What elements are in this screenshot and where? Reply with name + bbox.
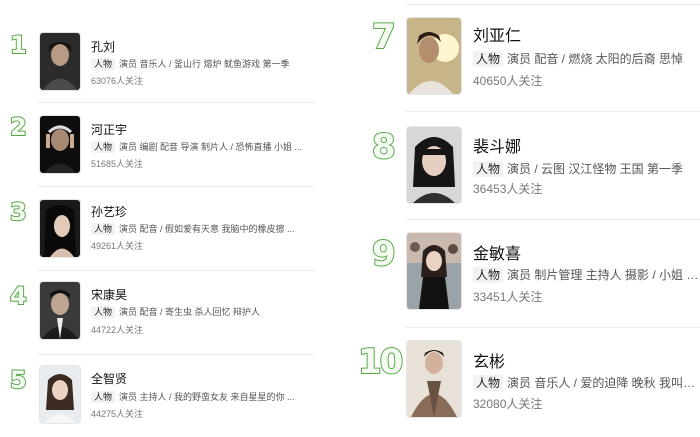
roles-and-works: 演员 / 云图 汉江怪物 王国 第一季 (507, 162, 684, 176)
person-details: 人物 演员 / 云图 汉江怪物 王国 第一季 (473, 160, 700, 177)
person-details: 人物 演员 音乐人 / 釜山行 熔炉 鱿鱼游戏 第一季 (91, 57, 306, 70)
person-details: 人物 演员 配音 / 寄生虫 杀人回忆 辩护人 (91, 305, 306, 318)
follower-count: 36453人关注 (473, 182, 543, 196)
rank-number: 4 (9, 281, 28, 311)
divider (38, 102, 315, 103)
person-details: 人物 演员 音乐人 / 爱的迫降 晚秋 我叫金三顺 (473, 374, 700, 391)
person-details: 人物 演员 配音 / 燃烧 太阳的后裔 思悼 (473, 50, 700, 67)
follower-count: 32080人关注 (473, 397, 543, 411)
divider (38, 270, 315, 271)
portrait-photo[interactable] (39, 281, 81, 340)
person-name[interactable]: 宋康昊 (91, 286, 127, 303)
list-item[interactable]: 5 全智贤 人物 演员 主持人 / 我的野蛮女友 来自星星的你 ... 44275… (0, 358, 330, 437)
portrait-photo[interactable] (406, 340, 462, 418)
person-name[interactable]: 金敏喜 (473, 240, 521, 264)
person-name[interactable]: 刘亚仁 (473, 22, 521, 46)
portrait-photo[interactable] (406, 232, 462, 310)
rank-number: 1 (9, 30, 28, 60)
list-item[interactable]: 7 刘亚仁 人物 演员 配音 / 燃烧 太阳的后裔 思悼 40650人关注 (355, 8, 700, 110)
list-item[interactable]: 1 孔刘 人物 演员 音乐人 / 釜山行 熔炉 鱿鱼游戏 第一季 63076人关注 (0, 0, 330, 100)
portrait-photo[interactable] (39, 199, 81, 258)
person-name[interactable]: 裴斗娜 (473, 133, 521, 157)
person-name[interactable]: 孔刘 (91, 38, 115, 55)
portrait-photo[interactable] (406, 126, 462, 204)
rank-number: 5 (9, 365, 28, 395)
roles-and-works: 演员 制片管理 主持人 摄影 / 小姐 独自在夜晚的海边 (507, 268, 700, 282)
follower-count: 44275人关注 (91, 409, 144, 419)
rank-number: 8 (371, 126, 397, 168)
category-tag: 人物 (91, 306, 116, 318)
divider (405, 4, 700, 5)
rank-number: 10 (357, 341, 404, 383)
divider (38, 186, 315, 187)
list-item[interactable]: 8 裴斗娜 人物 演员 / 云图 汉江怪物 王国 第一季 36453人关注 (355, 116, 700, 218)
category-tag: 人物 (473, 51, 504, 67)
roles-and-works: 演员 配音 / 寄生虫 杀人回忆 辩护人 (119, 307, 261, 317)
follower-count: 49261人关注 (91, 241, 144, 251)
person-name[interactable]: 玄彬 (473, 348, 505, 372)
rank-number: 9 (371, 233, 397, 275)
person-details: 人物 演员 编剧 配音 导演 制片人 / 恐怖直播 小姐 ... (91, 140, 306, 153)
rank-number: 7 (371, 16, 397, 58)
roles-and-works: 演员 配音 / 燃烧 太阳的后裔 思悼 (507, 52, 684, 66)
follower-count: 51685人关注 (91, 159, 144, 169)
roles-and-works: 演员 主持人 / 我的野蛮女友 来自星星的你 ... (119, 392, 295, 402)
divider (405, 111, 700, 112)
portrait-photo[interactable] (39, 115, 81, 174)
rank-number: 2 (9, 112, 28, 142)
person-details: 人物演员 制片管理 主持人 摄影 / 小姐 独自在夜晚的海边 (473, 266, 700, 283)
roles-and-works: 演员 音乐人 / 釜山行 熔炉 鱿鱼游戏 第一季 (119, 59, 290, 69)
list-item[interactable]: 4 宋康昊 人物 演员 配音 / 寄生虫 杀人回忆 辩护人 44722人关注 (0, 274, 330, 354)
roles-and-works: 演员 编剧 配音 导演 制片人 / 恐怖直播 小姐 ... (119, 142, 303, 152)
follower-count: 63076人关注 (91, 76, 144, 86)
person-details: 人物 演员 主持人 / 我的野蛮女友 来自星星的你 ... (91, 390, 306, 403)
person-name[interactable]: 全智贤 (91, 370, 127, 387)
category-tag: 人物 (473, 267, 504, 283)
portrait-photo[interactable] (39, 32, 81, 91)
category-tag: 人物 (91, 141, 116, 153)
follower-count: 40650人关注 (473, 74, 543, 88)
roles-and-works: 演员 配音 / 假如爱有天意 我脑中的橡皮擦 ... (119, 224, 295, 234)
rank-number: 3 (9, 197, 28, 227)
category-tag: 人物 (473, 161, 504, 177)
portrait-photo[interactable] (39, 365, 81, 424)
person-name[interactable]: 河正宇 (91, 121, 127, 138)
portrait-photo[interactable] (406, 17, 462, 95)
list-item[interactable]: 9 金敏喜 人物演员 制片管理 主持人 摄影 / 小姐 独自在夜晚的海边 334… (355, 224, 700, 326)
category-tag: 人物 (91, 391, 116, 403)
follower-count: 33451人关注 (473, 290, 543, 304)
divider (405, 219, 700, 220)
category-tag: 人物 (473, 375, 504, 391)
follower-count: 44722人关注 (91, 325, 144, 335)
divider (405, 327, 700, 328)
roles-and-works: 演员 音乐人 / 爱的迫降 晚秋 我叫金三顺 (507, 376, 700, 390)
category-tag: 人物 (91, 223, 116, 235)
list-item[interactable]: 3 孙艺珍 人物 演员 配音 / 假如爱有天意 我脑中的橡皮擦 ... 49261… (0, 190, 330, 270)
person-name[interactable]: 孙艺珍 (91, 203, 127, 220)
list-item[interactable]: 10 玄彬 人物 演员 音乐人 / 爱的迫降 晚秋 我叫金三顺 32080人关注 (355, 332, 700, 437)
person-details: 人物 演员 配音 / 假如爱有天意 我脑中的橡皮擦 ... (91, 222, 306, 235)
category-tag: 人物 (91, 58, 116, 70)
divider (38, 354, 315, 355)
list-item[interactable]: 2 河正宇 人物 演员 编剧 配音 导演 制片人 / 恐怖直播 小姐 ... 51… (0, 105, 330, 185)
